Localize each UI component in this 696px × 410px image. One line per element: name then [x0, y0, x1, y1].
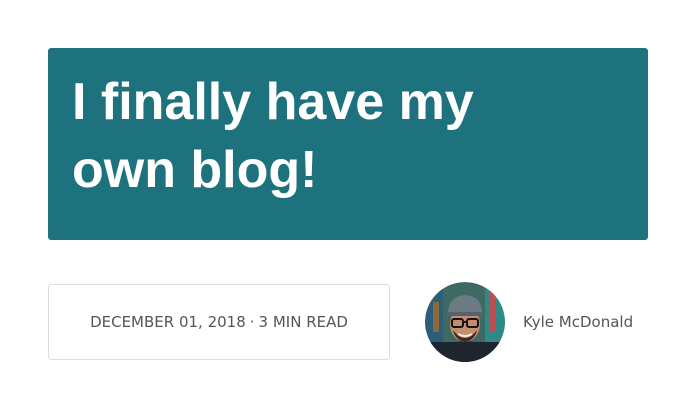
author-name[interactable]: Kyle McDonald — [523, 313, 633, 331]
post-title: I finally have my own blog! — [72, 73, 474, 199]
read-time: 3 MIN READ — [258, 313, 348, 331]
post-meta: DECEMBER 01, 2018 · 3 MIN READ — [48, 284, 390, 360]
post-title-card: I finally have my own blog! — [48, 48, 648, 240]
post-date: DECEMBER 01, 2018 — [90, 313, 246, 331]
meta-separator: · — [249, 313, 255, 331]
avatar[interactable] — [425, 282, 505, 362]
author-block[interactable]: Kyle McDonald — [425, 282, 633, 362]
